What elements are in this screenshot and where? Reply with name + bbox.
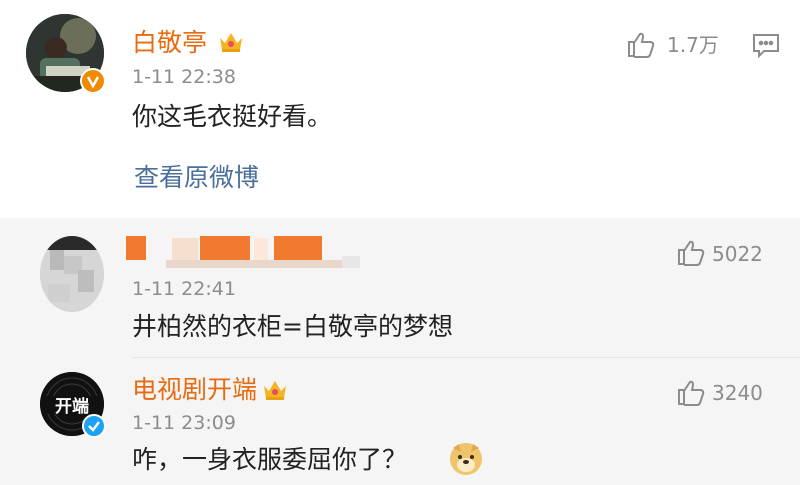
reply-text: 咋，一身衣服委屈你了？ bbox=[132, 445, 408, 474]
reply-time: 1-11 23:09 bbox=[132, 412, 236, 434]
reply-time: 1-11 22:41 bbox=[132, 278, 236, 300]
avatar[interactable] bbox=[40, 236, 104, 312]
username[interactable]: 白敬亭 bbox=[132, 28, 207, 58]
doge-emoji-icon bbox=[448, 440, 484, 476]
like-icon[interactable] bbox=[676, 238, 706, 268]
like-count: 1.7万 bbox=[667, 33, 719, 57]
verified-badge-blue bbox=[82, 414, 106, 438]
like-icon[interactable] bbox=[626, 30, 656, 60]
comment-icon[interactable] bbox=[752, 32, 780, 59]
like-count: 3240 bbox=[712, 381, 763, 405]
comment-time: 1-11 22:38 bbox=[132, 66, 236, 88]
crown-badge-icon bbox=[262, 378, 288, 402]
like-icon[interactable] bbox=[676, 378, 706, 408]
blurred-avatar-image bbox=[40, 236, 104, 312]
reply-divider bbox=[132, 357, 800, 358]
crown-badge-icon bbox=[218, 30, 244, 54]
comment-text: 你这毛衣挺好看。 bbox=[132, 102, 333, 131]
verified-badge-orange bbox=[80, 68, 106, 94]
avatar-logo-text: 开端 bbox=[55, 396, 89, 417]
redacted-username bbox=[126, 234, 366, 270]
view-original-link[interactable]: 查看原微博 bbox=[134, 163, 259, 193]
username[interactable]: 电视剧开端 bbox=[132, 375, 257, 405]
like-count: 5022 bbox=[712, 242, 763, 266]
reply-text: 井柏然的衣柜=白敬亭的梦想 bbox=[132, 312, 453, 341]
